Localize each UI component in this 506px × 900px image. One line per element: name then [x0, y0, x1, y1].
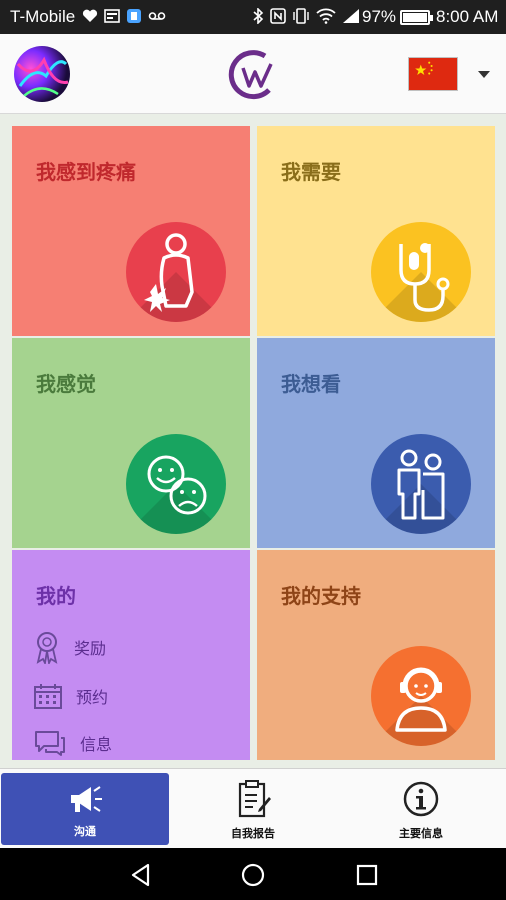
- nav-self-report[interactable]: 自我报告: [169, 773, 337, 845]
- tile-mine-title: 我的: [36, 584, 76, 608]
- bottom-nav: 沟通 自我报告 主要信息: [0, 768, 506, 848]
- tile-see-title: 我想看: [281, 372, 341, 396]
- vibrate-icon: [293, 8, 309, 24]
- award-ribbon-icon: [36, 632, 58, 664]
- news-icon: [104, 9, 120, 23]
- mine-item-messages-label: 信息: [80, 735, 113, 754]
- avatar[interactable]: [14, 46, 70, 102]
- tile-see[interactable]: 我想看: [257, 338, 495, 548]
- tile-support-title: 我的支持: [281, 584, 361, 608]
- tile-pain-title: 我感到疼痛: [36, 160, 136, 184]
- app-badge-icon: [127, 9, 141, 23]
- app-bar: [0, 34, 506, 114]
- mine-item-rewards-label: 奖励: [74, 639, 107, 658]
- info-icon: [403, 781, 439, 817]
- battery-icon: [400, 10, 433, 25]
- cw-logo[interactable]: [225, 46, 283, 104]
- mine-item-messages[interactable]: 信息: [34, 730, 112, 756]
- tile-feel-title: 我感觉: [36, 372, 96, 396]
- recents-icon[interactable]: [354, 862, 380, 888]
- megaphone-icon: [71, 786, 102, 812]
- mine-item-rewards[interactable]: 奖励: [34, 630, 106, 664]
- signal-icon: [343, 9, 359, 23]
- mine-item-appointments-label: 预约: [76, 688, 109, 707]
- medicine-stethoscope-icon: [371, 222, 471, 322]
- notification-icons: [82, 8, 166, 24]
- back-icon[interactable]: [128, 862, 154, 888]
- bluetooth-icon: [253, 8, 264, 24]
- calendar-icon: [34, 684, 62, 709]
- chevron-down-icon[interactable]: [476, 66, 492, 82]
- tile-need[interactable]: 我需要: [257, 126, 495, 336]
- nav-self-report-label: 自我报告: [231, 827, 275, 840]
- nfc-icon: [270, 8, 286, 24]
- nav-communicate[interactable]: 沟通: [1, 773, 169, 845]
- avatar-image: [16, 56, 69, 97]
- heart-icon: [82, 9, 98, 22]
- happy-sad-faces-icon: [126, 434, 226, 534]
- category-grid: 我感到疼痛 我需要 我感觉 我想看 我的 奖励 预约 信息 我的支持: [0, 114, 506, 768]
- mine-item-appointments[interactable]: 预约: [34, 683, 108, 709]
- battery-percent: 97%: [362, 7, 397, 26]
- nav-main-info[interactable]: 主要信息: [337, 773, 505, 845]
- carrier-name: T-Mobile: [10, 7, 76, 26]
- system-nav-bar: [0, 848, 506, 900]
- doctor-patient-icon: [371, 434, 471, 534]
- tile-need-title: 我需要: [281, 160, 341, 184]
- tile-pain[interactable]: 我感到疼痛: [12, 126, 250, 336]
- clipboard-report-icon: [238, 780, 271, 818]
- voicemail-icon: [148, 12, 166, 20]
- nav-communicate-label: 沟通: [74, 825, 96, 838]
- nav-main-info-label: 主要信息: [399, 827, 443, 840]
- support-person-headset-icon: [371, 646, 471, 746]
- china-flag[interactable]: [408, 57, 458, 91]
- back-pain-icon: [126, 222, 226, 322]
- status-bar: T-Mobile 97% 8:00 AM: [0, 0, 506, 34]
- tile-feel[interactable]: 我感觉: [12, 338, 250, 548]
- tile-support[interactable]: 我的支持: [257, 550, 495, 760]
- home-icon[interactable]: [240, 862, 266, 888]
- chat-bubbles-icon: [35, 731, 65, 756]
- clock: 8:00 AM: [436, 7, 499, 26]
- system-icons: [252, 8, 360, 24]
- wifi-icon: [316, 8, 336, 24]
- tile-mine[interactable]: 我的 奖励 预约 信息: [12, 550, 250, 760]
